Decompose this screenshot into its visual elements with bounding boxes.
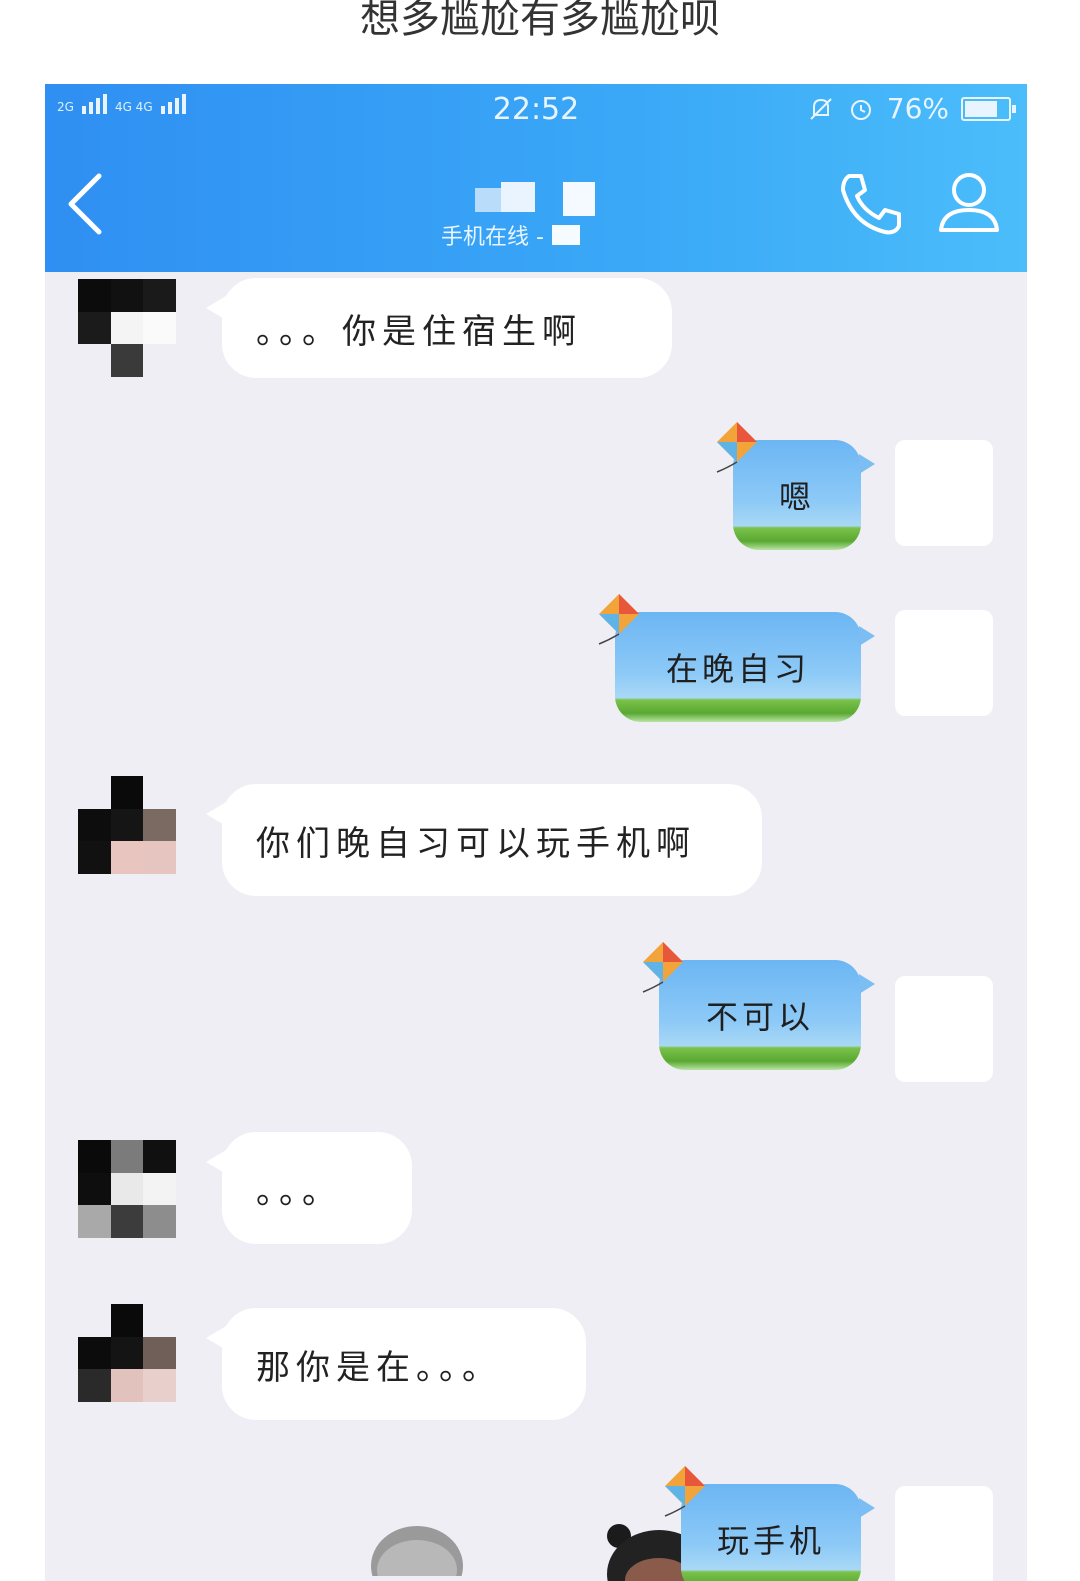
contact-avatar[interactable] <box>78 776 176 874</box>
message-text: 。。。 <box>256 1171 342 1212</box>
phone-screenshot: 2G 4G 4G 22:52 76% 手机在线 - 。。。你是住宿生啊 嗯 在晚… <box>45 84 1027 1581</box>
message-bubble-self[interactable]: 不可以 <box>642 942 875 1070</box>
alarm-clock-icon <box>850 99 871 120</box>
self-avatar[interactable] <box>895 976 993 1082</box>
battery-percent: 76% <box>886 92 949 125</box>
battery-fill <box>965 100 997 117</box>
self-avatar[interactable] <box>895 610 993 716</box>
message-text: 。。。你是住宿生啊 <box>256 311 582 352</box>
message-text: 嗯 <box>778 478 815 516</box>
message-bubble-self[interactable]: 在晚自习 <box>598 594 875 722</box>
profile-icon[interactable] <box>935 168 1003 236</box>
message-bubble[interactable]: 你们晚自习可以玩手机啊 <box>206 784 762 896</box>
contact-avatar[interactable] <box>78 1140 176 1238</box>
message-text: 你们晚自习可以玩手机啊 <box>256 823 696 864</box>
message-bubble[interactable]: 。。。 <box>206 1132 412 1244</box>
message-bubble-self[interactable]: 玩手机 <box>664 1466 875 1581</box>
message-text: 不可以 <box>705 998 814 1036</box>
sticker-character-gray <box>371 1526 463 1576</box>
post-caption: 想多尴尬有多尴尬呗 <box>360 0 720 42</box>
message-bubble[interactable]: 那你是在。。。 <box>206 1308 586 1420</box>
kite-icon <box>664 1466 705 1517</box>
online-status: 手机在线 - <box>441 219 580 251</box>
contact-avatar[interactable] <box>78 279 176 377</box>
message-bubble[interactable]: 。。。你是住宿生啊 <box>206 278 672 378</box>
redacted-block <box>551 225 580 245</box>
message-text: 那你是在。。。 <box>256 1347 502 1388</box>
message-text: 玩手机 <box>716 1522 825 1560</box>
self-avatar[interactable] <box>895 440 993 546</box>
message-bubble-self[interactable]: 嗯 <box>716 422 875 550</box>
online-status-text: 手机在线 - <box>441 225 544 250</box>
status-right-group: 76% <box>807 92 1016 125</box>
contact-avatar[interactable] <box>78 1304 176 1402</box>
self-avatar[interactable] <box>895 1486 993 1581</box>
kite-icon <box>642 942 683 993</box>
mute-bell-icon <box>810 97 832 120</box>
message-text: 在晚自习 <box>665 650 810 688</box>
phone-icon[interactable] <box>835 168 907 240</box>
kite-icon <box>598 594 639 645</box>
kite-icon <box>716 422 757 473</box>
contact-name-redacted[interactable] <box>475 182 635 216</box>
battery-icon <box>961 96 1016 121</box>
back-chevron-icon[interactable] <box>65 172 105 236</box>
chat-header-bar: 2G 4G 4G 22:52 76% 手机在线 - <box>45 84 1027 272</box>
